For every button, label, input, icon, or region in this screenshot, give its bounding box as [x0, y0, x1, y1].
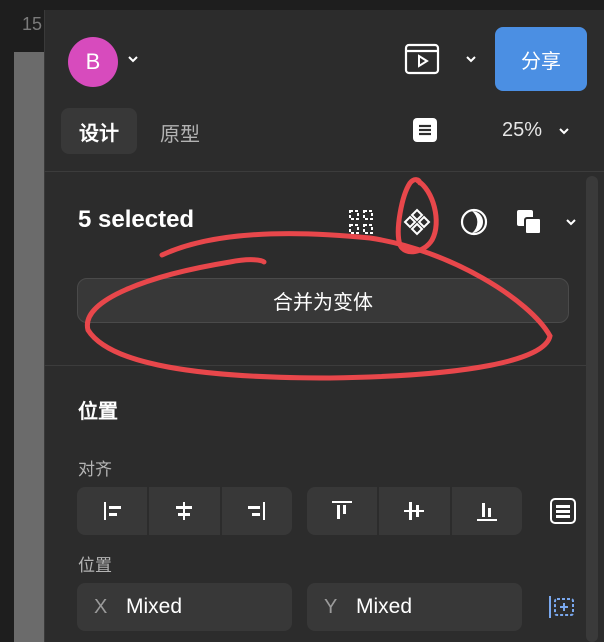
- tab-design[interactable]: 设计: [61, 108, 137, 154]
- selection-count: 5 selected: [78, 206, 195, 233]
- mask-icon[interactable]: [458, 206, 490, 238]
- share-button[interactable]: 分享: [495, 27, 587, 91]
- chevron-down-icon[interactable]: [558, 125, 570, 137]
- distribute-icon[interactable]: [549, 497, 577, 525]
- chevron-down-icon[interactable]: [565, 216, 577, 228]
- position-label: 位置: [78, 556, 112, 575]
- chevron-down-icon[interactable]: [464, 52, 478, 66]
- y-axis-label: Y: [324, 595, 338, 618]
- ruler: [0, 0, 604, 10]
- align-label: 对齐: [78, 460, 112, 479]
- canvas-object[interactable]: [14, 52, 44, 642]
- constraints-icon[interactable]: [547, 592, 579, 622]
- x-position-field[interactable]: X Mixed: [77, 583, 292, 631]
- align-right-button[interactable]: [222, 487, 292, 535]
- align-right-icon: [247, 502, 265, 520]
- present-icon[interactable]: [404, 42, 440, 76]
- align-bottom-button[interactable]: [452, 487, 522, 535]
- align-vertical-group: [307, 487, 522, 535]
- ruler-number: 15: [22, 14, 43, 34]
- avatar[interactable]: B: [68, 37, 118, 87]
- combine-as-variants-button[interactable]: 合并为变体: [77, 278, 569, 323]
- properties-panel: [44, 10, 604, 642]
- align-left-icon: [104, 502, 122, 520]
- align-bottom-icon: [476, 503, 497, 521]
- divider: [44, 365, 586, 366]
- align-middle-icon: [404, 502, 425, 520]
- x-value[interactable]: Mixed: [126, 595, 182, 619]
- y-value[interactable]: Mixed: [356, 595, 412, 619]
- scrollbar[interactable]: [586, 176, 598, 642]
- align-center-h-button[interactable]: [149, 487, 222, 535]
- tab-prototype[interactable]: 原型: [160, 118, 200, 147]
- chevron-down-icon[interactable]: [126, 52, 140, 66]
- align-middle-button[interactable]: [379, 487, 452, 535]
- align-center-h-icon: [176, 502, 193, 520]
- section-title: 位置: [78, 401, 118, 423]
- component-icon[interactable]: [402, 207, 432, 237]
- align-left-button[interactable]: [77, 487, 150, 535]
- y-position-field[interactable]: Y Mixed: [307, 583, 522, 631]
- grid-icon[interactable]: [347, 208, 375, 236]
- align-top-icon: [332, 501, 353, 519]
- zoom-level[interactable]: 25%: [502, 119, 542, 142]
- boolean-icon[interactable]: [514, 207, 544, 237]
- avatar-letter: B: [85, 49, 101, 74]
- divider: [44, 171, 604, 172]
- x-axis-label: X: [94, 595, 108, 618]
- align-top-button[interactable]: [307, 487, 380, 535]
- library-icon[interactable]: [412, 117, 438, 143]
- align-horizontal-group: [77, 487, 292, 535]
